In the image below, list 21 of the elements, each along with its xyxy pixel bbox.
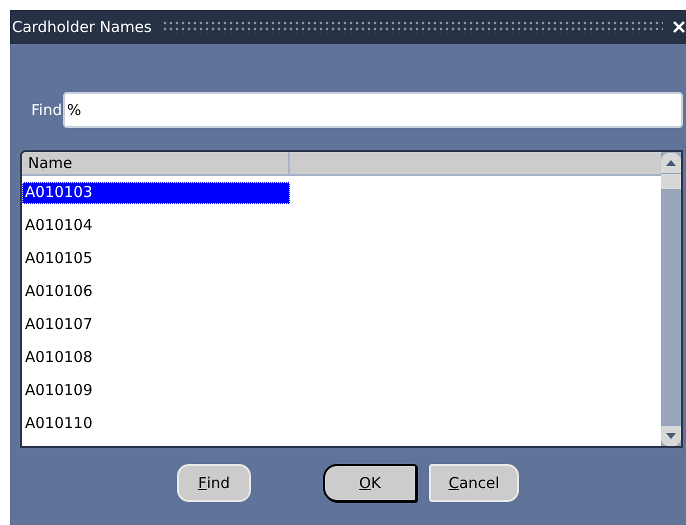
scroll-thumb[interactable] <box>661 173 681 189</box>
up-arrow-icon <box>666 160 676 166</box>
cancel-button[interactable]: Cancel <box>429 464 519 502</box>
list-row[interactable]: A010108 <box>22 346 290 368</box>
list-row[interactable]: A010107 <box>22 314 290 336</box>
scrollbar[interactable] <box>661 152 681 446</box>
list-row[interactable]: A010103 <box>22 182 290 204</box>
find-field[interactable]: % <box>63 92 683 128</box>
list-row[interactable]: A010104 <box>22 214 290 236</box>
find-label: Find <box>30 100 63 121</box>
down-arrow-icon <box>666 433 676 439</box>
list-row[interactable]: A010106 <box>22 280 290 302</box>
ok-button[interactable]: OK <box>323 464 417 502</box>
scroll-up-button[interactable] <box>661 153 681 173</box>
close-icon[interactable] <box>673 21 685 33</box>
scroll-down-button[interactable] <box>661 426 681 446</box>
list-row[interactable]: A010110 <box>22 412 290 434</box>
window-title: Cardholder Names <box>12 16 152 38</box>
list-row[interactable]: A010109 <box>22 380 290 402</box>
find-button[interactable]: Find <box>177 464 251 502</box>
list-row[interactable]: A010105 <box>22 248 290 270</box>
